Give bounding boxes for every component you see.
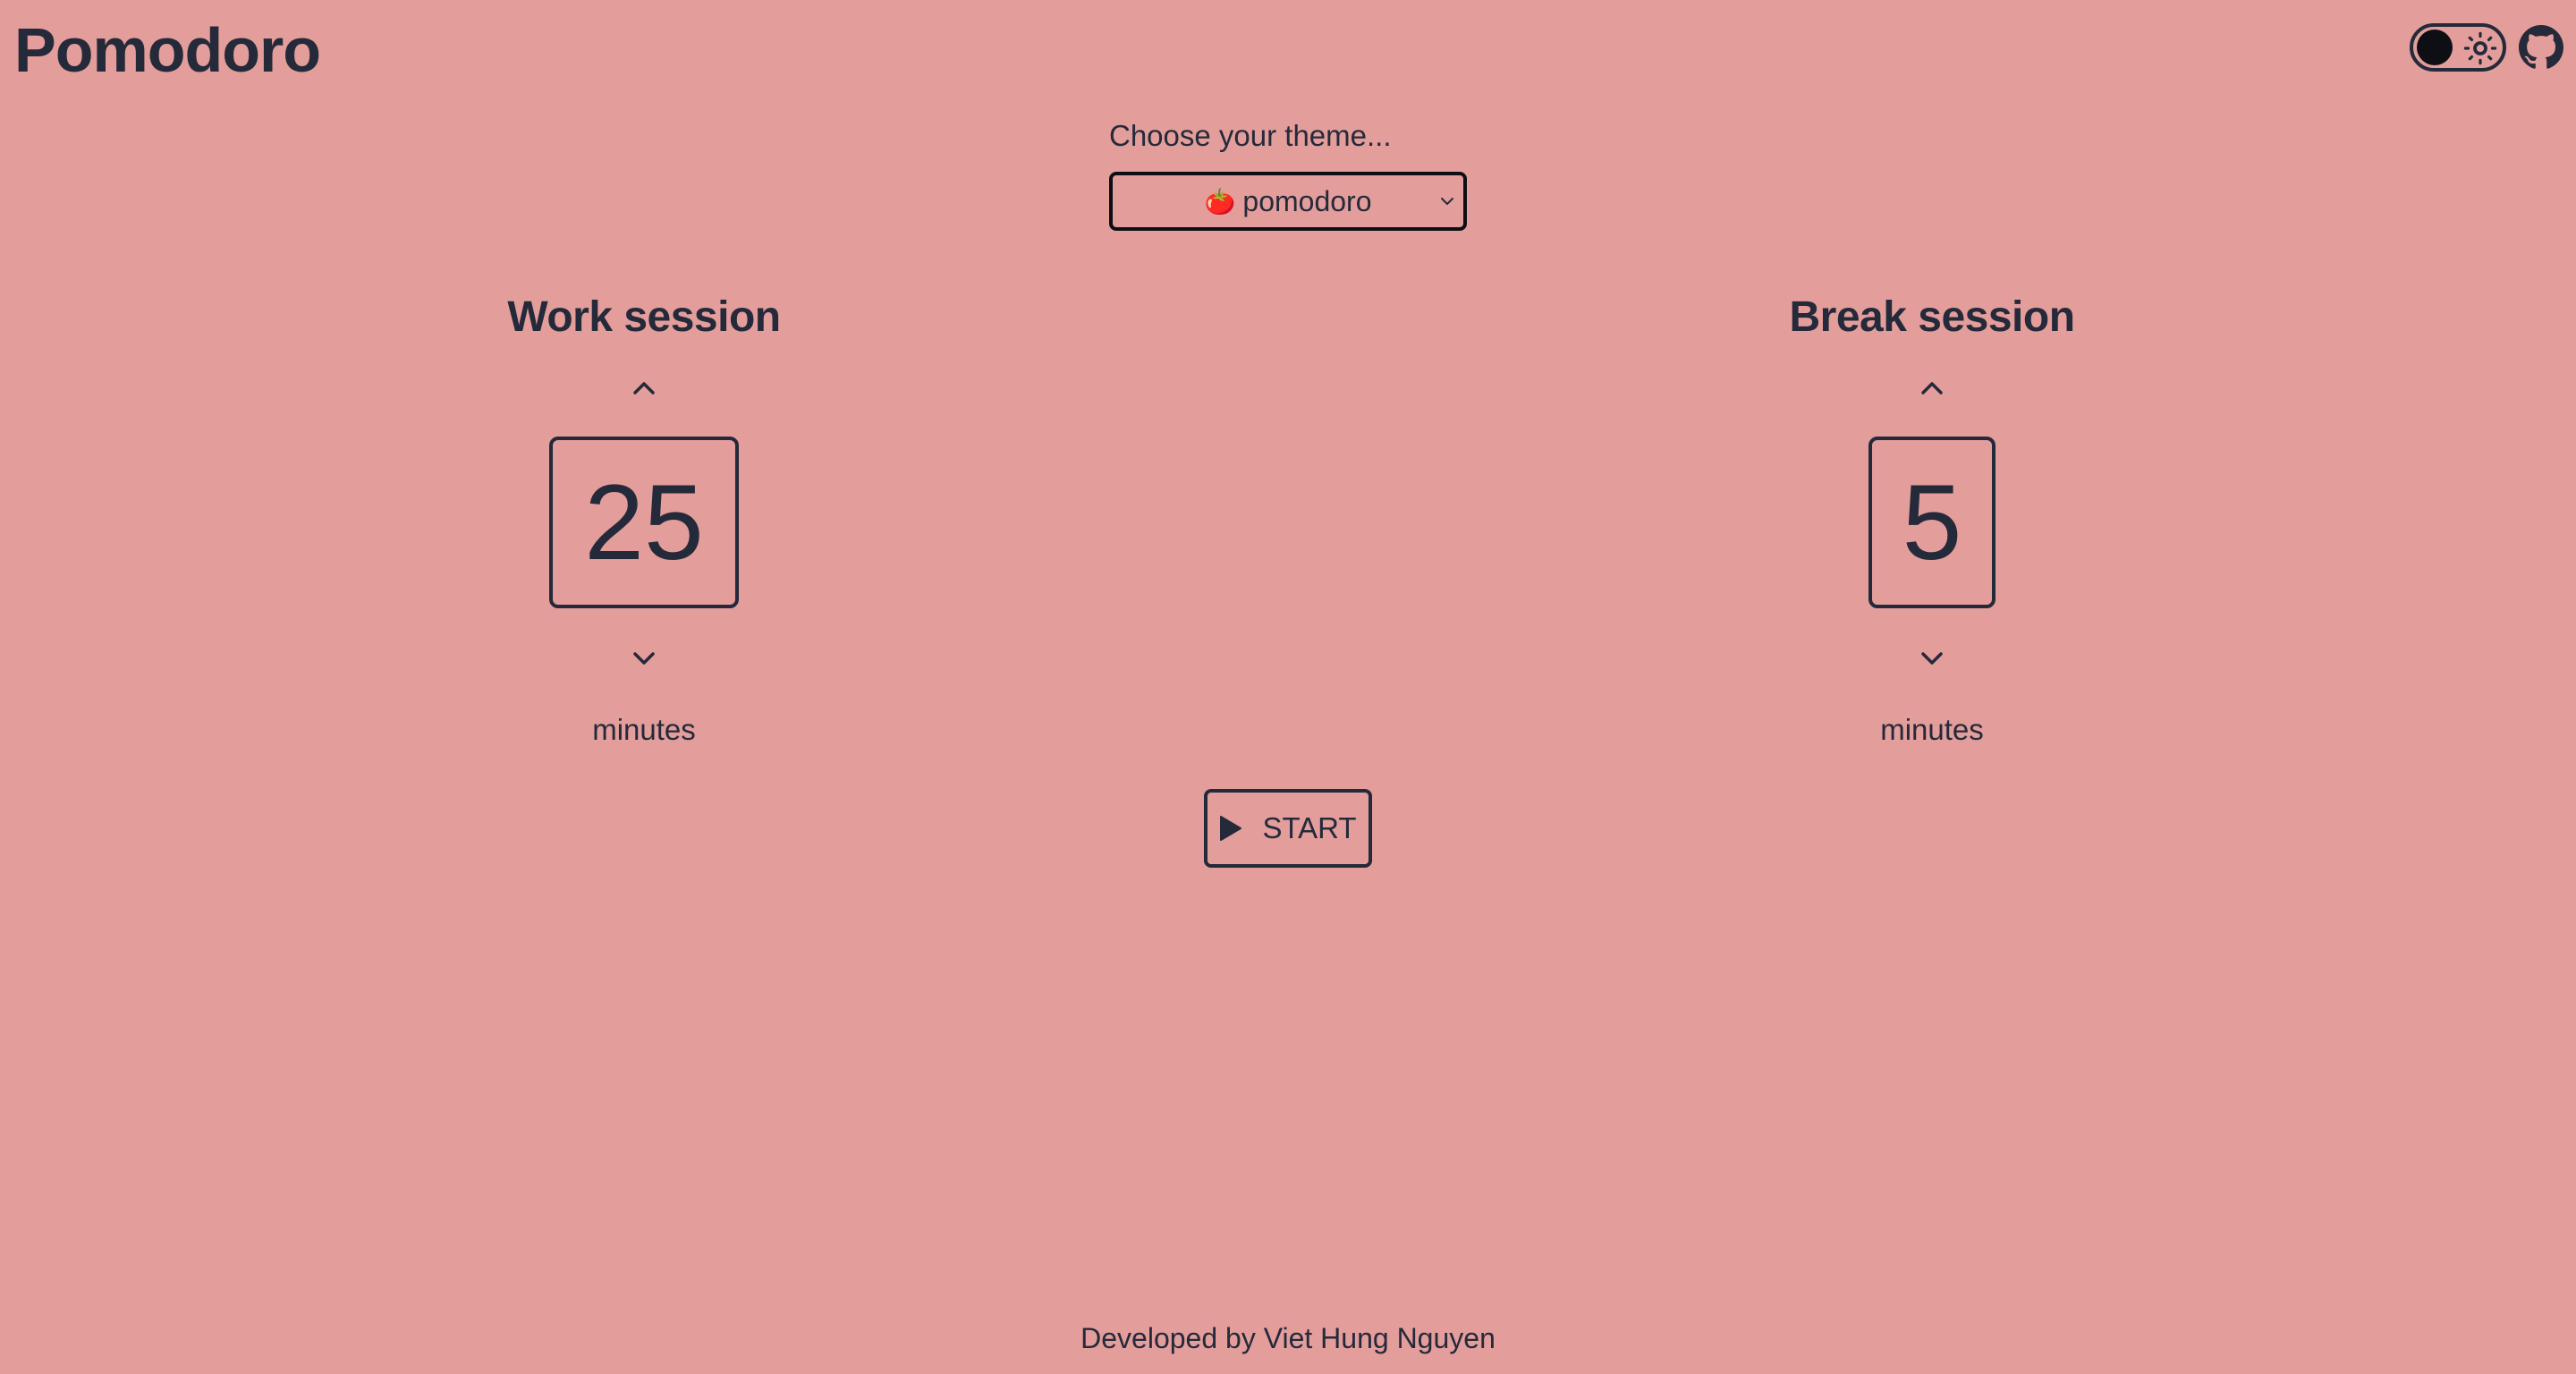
header-actions xyxy=(2410,23,2563,72)
chevron-down-icon xyxy=(1441,198,1453,205)
break-increment-chevron-up-icon[interactable] xyxy=(1914,370,1950,406)
sun-icon xyxy=(2463,31,2497,65)
toggle-knob xyxy=(2417,30,2453,65)
play-icon xyxy=(1220,816,1242,841)
work-unit-label: minutes xyxy=(592,713,696,746)
break-session: Break session 5 minutes xyxy=(1753,284,2111,750)
break-unit-label: minutes xyxy=(1880,713,1984,746)
theme-label: Choose your theme... xyxy=(1109,119,1392,152)
tomato-emoji: 🍅 xyxy=(1204,187,1236,216)
work-decrement-chevron-down-icon[interactable] xyxy=(626,640,662,676)
theme-select[interactable]: 🍅 pomodoro xyxy=(1109,172,1467,231)
github-icon[interactable] xyxy=(2519,25,2563,70)
theme-mode-toggle[interactable] xyxy=(2410,23,2506,72)
break-session-heading: Break session xyxy=(1789,293,2075,341)
work-increment-chevron-up-icon[interactable] xyxy=(626,370,662,406)
work-session-heading: Work session xyxy=(507,293,781,341)
theme-selected-value: pomodoro xyxy=(1242,184,1372,217)
break-decrement-chevron-down-icon[interactable] xyxy=(1914,640,1950,676)
app-title: Pomodoro xyxy=(14,15,321,85)
footer-credit: Developed by Viet Hung Nguyen xyxy=(1080,1322,1496,1354)
start-button-label: START xyxy=(1262,811,1357,844)
start-button[interactable]: START xyxy=(1204,789,1372,868)
work-session: Work session 25 minutes xyxy=(465,284,823,750)
break-minutes-display: 5 xyxy=(1868,437,1996,608)
work-minutes-display: 25 xyxy=(549,437,739,608)
